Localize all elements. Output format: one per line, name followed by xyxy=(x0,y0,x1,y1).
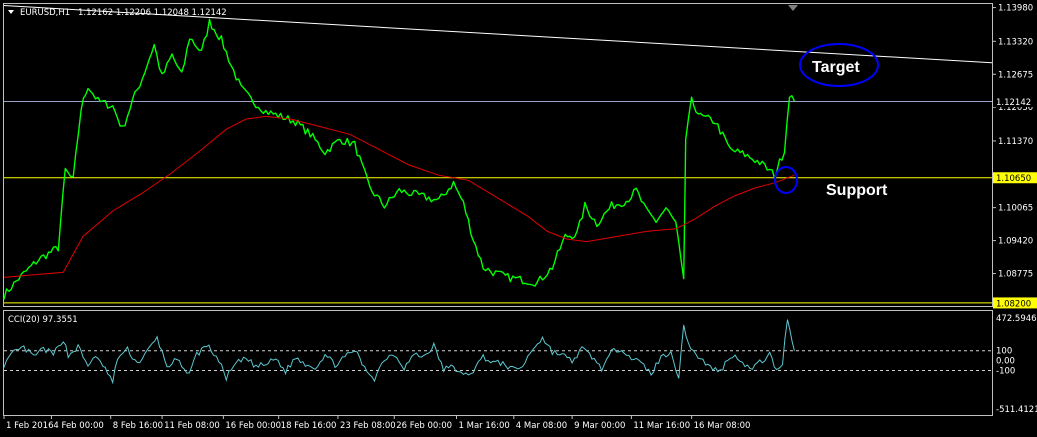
support-annotation: Support xyxy=(826,182,888,199)
time-axis-label: 1 Mar 16:00 xyxy=(459,421,510,431)
price-axis-label: 1.08775 xyxy=(998,270,1033,280)
low-price-tag: 1.08200 xyxy=(996,299,1031,309)
target-annotation: Target xyxy=(812,59,860,76)
chart-shift-marker-icon[interactable] xyxy=(788,5,798,11)
price-panel-frame xyxy=(3,3,993,307)
price-axis-label: 1.13980 xyxy=(998,4,1033,14)
time-axis-label: 23 Feb 08:00 xyxy=(340,421,396,431)
ohlc-values: 1.12162 1.12206 1.12048 1.12142 xyxy=(78,8,227,18)
price-axis-label: 1.10065 xyxy=(998,204,1033,214)
moving-average-line xyxy=(3,115,795,278)
price-axis-label: 1.11370 xyxy=(998,137,1033,147)
time-axis-label: 9 Mar 00:00 xyxy=(574,421,625,431)
time-axis-label: 4 Mar 08:00 xyxy=(516,421,567,431)
trendline[interactable] xyxy=(3,5,993,64)
time-axis-label: 11 Mar 16:00 xyxy=(633,421,690,431)
price-axis-label: 1.09420 xyxy=(998,237,1033,247)
current-price-tag: 1.12142 xyxy=(996,98,1031,108)
cci-indicator-label: CCI(20) 97.3551 xyxy=(8,315,78,325)
time-axis-label: 16 Feb 00:00 xyxy=(225,421,281,431)
cci-axis-label: 100 xyxy=(996,347,1012,357)
cci-chart xyxy=(3,319,992,385)
cci-axis-label: -511.4121 xyxy=(996,405,1037,415)
price-axis-label: 1.13320 xyxy=(998,37,1033,47)
symbol-timeframe: EURUSD,H1 xyxy=(20,8,70,18)
time-axis-label: 18 Feb 16:00 xyxy=(281,421,337,431)
time-axis-label: 4 Feb 00:00 xyxy=(53,421,103,431)
cci-panel-frame xyxy=(3,310,993,416)
price-axis-label: 1.12675 xyxy=(998,70,1033,80)
cci-axis-label: 0.00 xyxy=(996,357,1015,367)
price-chart xyxy=(3,5,993,304)
support-price-tag: 1.10650 xyxy=(996,174,1031,184)
time-axis-label: 16 Mar 08:00 xyxy=(694,421,751,431)
dropdown-triangle-icon[interactable] xyxy=(8,10,14,14)
trading-chart: EURUSD,H1 1.12162 1.12206 1.12048 1.1214… xyxy=(3,3,1037,431)
time-axis-label: 8 Feb 16:00 xyxy=(113,421,163,431)
time-axis-label: 26 Feb 00:00 xyxy=(396,421,452,431)
time-axis-label: 1 Feb 2016 xyxy=(6,421,54,431)
cci-line xyxy=(3,319,795,385)
support-ellipse[interactable] xyxy=(774,166,798,194)
cci-axis-label: 472.5946 xyxy=(996,314,1037,324)
cci-axis-label: -100 xyxy=(996,366,1015,376)
time-axis-label: 11 Feb 08:00 xyxy=(164,421,220,431)
